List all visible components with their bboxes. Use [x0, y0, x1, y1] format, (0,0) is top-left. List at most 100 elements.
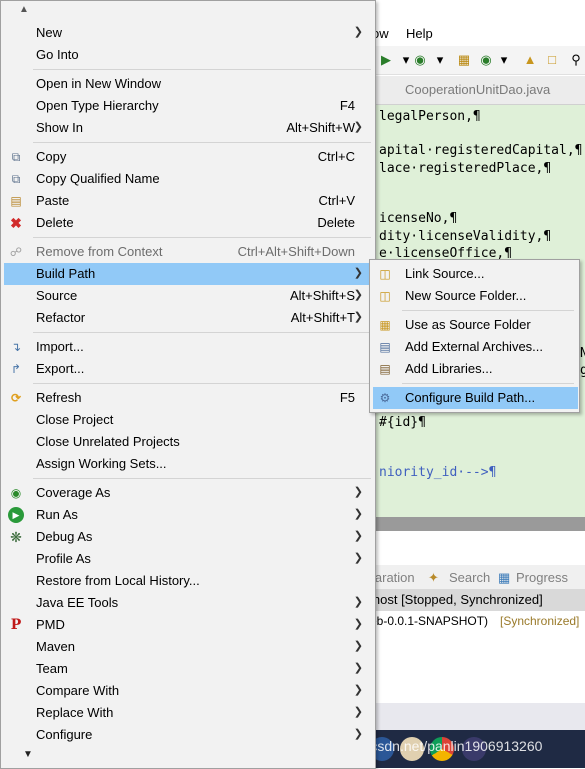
- menu-item-pmd[interactable]: P PMD ❯: [4, 614, 372, 636]
- submenu-item-use-as-source-folder[interactable]: ▦ Use as Source Folder: [373, 314, 578, 336]
- menu-item-delete[interactable]: ✖ Delete Delete: [4, 212, 372, 234]
- menu-item-label: Copy Qualified Name: [36, 171, 160, 186]
- module-label: eb-0.0.1-SNAPSHOT): [370, 614, 489, 628]
- build-path-submenu: ◫ Link Source... ◫ New Source Folder... …: [369, 259, 580, 413]
- menu-item-refactor[interactable]: Refactor Alt+Shift+T ❯: [4, 307, 372, 329]
- menu-item-label: Team: [36, 661, 68, 676]
- menu-item-go-into[interactable]: Go Into: [4, 44, 372, 66]
- menu-item-label: Open Type Hierarchy: [36, 98, 159, 113]
- run-config-icon[interactable]: ◉: [412, 52, 428, 68]
- code-comment-line: niority_id·-->¶: [379, 465, 497, 480]
- scroll-up-icon[interactable]: ▲: [19, 4, 29, 15]
- tab-search[interactable]: Search: [449, 570, 490, 585]
- tab-progress[interactable]: Progress: [516, 570, 568, 585]
- horizontal-scrollbar[interactable]: [370, 517, 585, 531]
- menu-item-build-path[interactable]: Build Path ❯: [4, 263, 372, 285]
- menu-item-copy[interactable]: ⧉ Copy Ctrl+C: [4, 146, 372, 168]
- menu-item-import[interactable]: ↴ Import...: [4, 336, 372, 358]
- menu-item-java-ee-tools[interactable]: Java EE Tools ❯: [4, 592, 372, 614]
- code-line: N: [580, 346, 585, 361]
- menu-item-team[interactable]: Team ❯: [4, 658, 372, 680]
- submenu-arrow-icon: ❯: [353, 618, 363, 630]
- console-body: [370, 633, 585, 703]
- menu-item-close-project[interactable]: Close Project: [4, 409, 372, 431]
- code-line: lace·registeredPlace,¶: [379, 161, 552, 176]
- menu-item-label: Delete: [36, 215, 74, 230]
- submenu-arrow-icon: ❯: [353, 596, 363, 608]
- menu-item-source[interactable]: Source Alt+Shift+S ❯: [4, 285, 372, 307]
- menu-item-label: Export...: [36, 361, 85, 376]
- code-line: icenseNo,¶: [379, 211, 458, 226]
- remove-context-icon: ☍: [9, 245, 23, 259]
- editor-tab-cooperation-unit-dao[interactable]: CooperationUnitDao.java: [405, 82, 550, 97]
- menu-item-configure[interactable]: Configure ❯: [4, 724, 372, 746]
- submenu-item-link-source[interactable]: ◫ Link Source...: [373, 263, 578, 285]
- submenu-arrow-icon: ❯: [353, 552, 363, 564]
- search-icon[interactable]: ⚲: [568, 52, 584, 68]
- submenu-arrow-icon: ❯: [353, 121, 363, 133]
- menu-item-compare-with[interactable]: Compare With ❯: [4, 680, 372, 702]
- menu-separator: [33, 142, 371, 143]
- submenu-arrow-icon: ❯: [353, 311, 363, 323]
- menu-help[interactable]: Help: [406, 26, 433, 41]
- libraries-icon: ▤: [379, 362, 391, 376]
- dropdown-icon[interactable]: ▾: [496, 52, 512, 68]
- open-folder-icon[interactable]: □: [544, 52, 560, 68]
- submenu-item-configure-build-path[interactable]: ⚙ Configure Build Path...: [373, 387, 578, 409]
- new-package-icon[interactable]: ▦: [456, 52, 472, 68]
- menu-item-export[interactable]: ↱ Export...: [4, 358, 372, 380]
- progress-tab-icon: ▦: [498, 570, 511, 585]
- menu-item-maven[interactable]: Maven ❯: [4, 636, 372, 658]
- menu-separator: [402, 383, 574, 384]
- debug-icon: ❋: [10, 529, 22, 545]
- menu-item-label: Copy: [36, 149, 67, 164]
- menu-separator: [33, 69, 371, 70]
- ide-menubar: ow Help: [370, 22, 585, 46]
- submenu-arrow-icon: ❯: [353, 508, 363, 520]
- menu-item-coverage-as[interactable]: ◉ Coverage As ❯: [4, 482, 372, 504]
- server-entry[interactable]: lhost [Stopped, Synchronized]: [370, 589, 585, 611]
- menu-item-open-type-hierarchy[interactable]: Open Type Hierarchy F4: [4, 95, 372, 117]
- submenu-arrow-icon: ❯: [353, 662, 363, 674]
- code-line: legalPerson,¶: [379, 109, 481, 124]
- menu-item-copy-qualified-name[interactable]: ⧉ Copy Qualified Name: [4, 168, 372, 190]
- tab-declaration[interactable]: laration: [372, 570, 415, 585]
- menu-item-label: Build Path: [36, 266, 96, 281]
- submenu-item-new-source-folder[interactable]: ◫ New Source Folder...: [373, 285, 578, 307]
- use-source-folder-icon: ▦: [379, 318, 391, 332]
- shortcut-label: F5: [339, 390, 355, 405]
- open-type-icon[interactable]: ▲: [522, 52, 538, 68]
- menu-item-label: Replace With: [36, 705, 114, 720]
- menu-item-remove-from-context[interactable]: ☍ Remove from Context Ctrl+Alt+Shift+Dow…: [4, 241, 372, 263]
- menu-item-new[interactable]: New ❯: [4, 22, 372, 44]
- menu-item-profile-as[interactable]: Profile As ❯: [4, 548, 372, 570]
- shortcut-label: Alt+Shift+T: [290, 310, 355, 325]
- menu-item-open-in-new-window[interactable]: Open in New Window: [4, 73, 372, 95]
- menu-item-debug-as[interactable]: ❋ Debug As ❯: [4, 526, 372, 548]
- paste-icon: ▤: [10, 194, 22, 208]
- ide-toolbar: ▶ ▾ ◉ ▾ ▦ ◉ ▾ ▲ □ ⚲: [370, 46, 585, 75]
- menu-item-paste[interactable]: ▤ Paste Ctrl+V: [4, 190, 372, 212]
- submenu-item-add-external-archives[interactable]: ▤ Add External Archives...: [373, 336, 578, 358]
- panel-divider: [370, 531, 585, 566]
- copy-icon: ⧉: [11, 150, 21, 164]
- menu-item-close-unrelated-projects[interactable]: Close Unrelated Projects: [4, 431, 372, 453]
- menu-item-restore-local-history[interactable]: Restore from Local History...: [4, 570, 372, 592]
- import-icon: ↴: [10, 340, 22, 354]
- menu-item-show-in[interactable]: Show In Alt+Shift+W ❯: [4, 117, 372, 139]
- status-bar: [370, 703, 585, 730]
- module-status: [Synchronized]: [500, 614, 580, 628]
- menu-item-label: Debug As: [36, 529, 93, 544]
- pmd-icon: P: [10, 617, 22, 633]
- menu-item-refresh[interactable]: ⟳ Refresh F5: [4, 387, 372, 409]
- menu-item-replace-with[interactable]: Replace With ❯: [4, 702, 372, 724]
- code-line: apital·registeredCapital,¶: [379, 143, 583, 158]
- server-module-entry[interactable]: eb-0.0.1-SNAPSHOT) [Synchronized]: [370, 611, 585, 633]
- new-class-icon[interactable]: ◉: [478, 52, 494, 68]
- dropdown-icon[interactable]: ▾: [432, 52, 448, 68]
- menu-item-run-as[interactable]: ▶ Run As ❯: [4, 504, 372, 526]
- submenu-item-add-libraries[interactable]: ▤ Add Libraries...: [373, 358, 578, 380]
- scroll-down-icon[interactable]: ▼: [23, 749, 33, 760]
- run-toolbar-icon[interactable]: ▶: [378, 52, 394, 68]
- menu-item-assign-working-sets[interactable]: Assign Working Sets...: [4, 453, 372, 475]
